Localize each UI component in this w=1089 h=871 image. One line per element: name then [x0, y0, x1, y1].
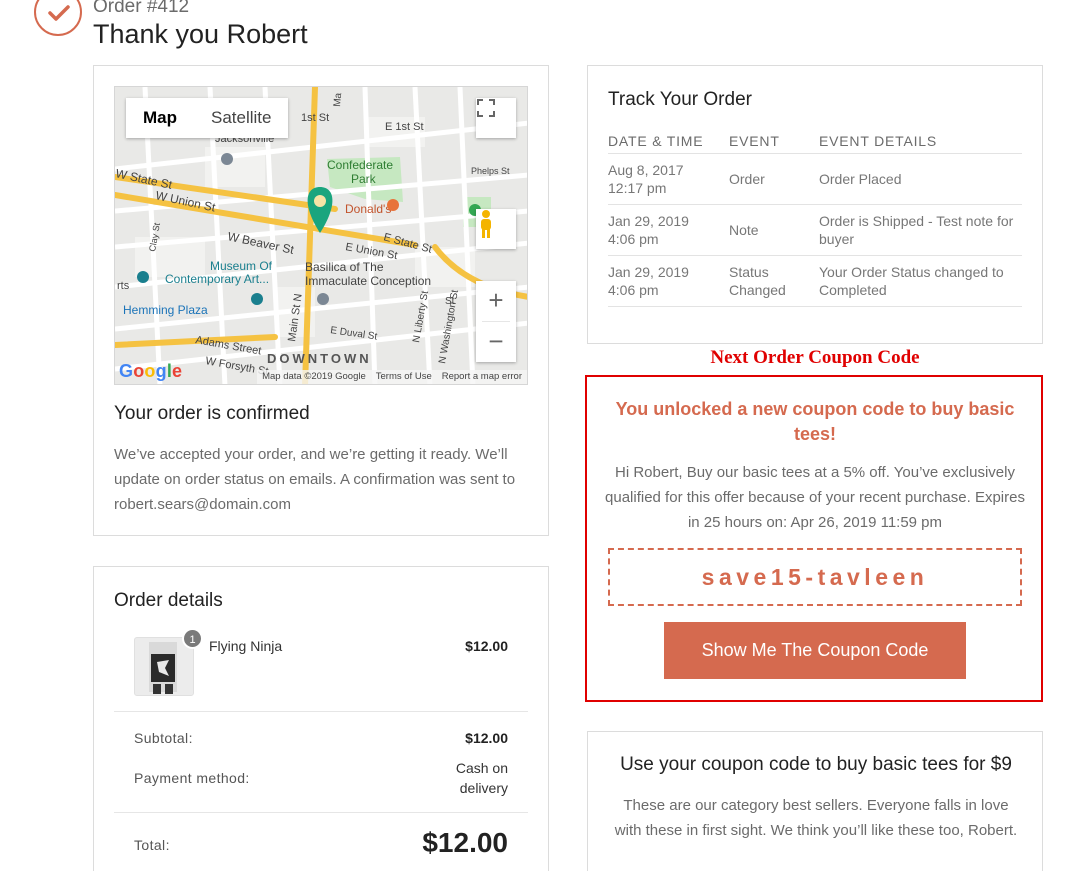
confirmed-text: We’ve accepted your order, and we’re get…	[114, 446, 516, 513]
product-name[interactable]: Flying Ninja	[209, 638, 282, 654]
track-order-card: Track Your Order DATE & TIME EVENT EVENT…	[587, 65, 1043, 344]
subtotal-value: $12.00	[465, 730, 508, 746]
page-title: Thank you Robert	[93, 19, 308, 49]
poi-museum-2-icon	[251, 293, 263, 305]
map-label-museum-2: Contemporary Art...	[165, 272, 269, 286]
row-event-details: Order is Shipped - Test note for buyer	[819, 213, 1014, 247]
fullscreen-icon	[477, 99, 495, 117]
tracking-table: DATE & TIME EVENT EVENT DETAILS Aug 8, 2…	[608, 130, 1022, 307]
coupon-description: Hi Robert, Buy our basic tees at a 5% of…	[605, 464, 1025, 531]
table-row: Aug 8, 2017 12:17 pm Order Order Placed	[608, 154, 1022, 205]
total-label: Total:	[134, 837, 170, 853]
tab-satellite[interactable]: Satellite	[194, 98, 288, 138]
column-date-time: DATE & TIME	[608, 133, 704, 149]
zoom-out-button[interactable]: −	[476, 322, 516, 362]
row-datetime: Jan 29, 2019 4:06 pm	[608, 213, 689, 247]
check-circle-icon	[34, 0, 82, 36]
map-label-basilica-2: Immaculate Conception	[305, 274, 431, 288]
order-details-card: Order details 1 Flying Ninja $12.00 Subt…	[93, 566, 549, 871]
tracking-table-header: DATE & TIME EVENT EVENT DETAILS	[608, 130, 1022, 154]
row-event: Status Changed	[729, 264, 786, 298]
map-label-1st-st: 1st St	[301, 112, 329, 124]
table-row: Jan 29, 2019 4:06 pm Status Changed Your …	[608, 256, 1022, 307]
order-details-title: Order details	[114, 590, 223, 611]
map-label-mcdonalds: Donald's	[345, 202, 391, 216]
row-event-details: Order Placed	[819, 171, 902, 187]
map-label-downtown: DOWNTOWN	[267, 351, 372, 366]
tab-map[interactable]: Map	[126, 98, 194, 138]
map-label-st: St	[445, 296, 455, 307]
row-datetime: Aug 8, 2017 12:17 pm	[608, 162, 684, 196]
product-price: $12.00	[465, 638, 508, 654]
coupon-heading: You unlocked a new coupon code to buy ba…	[615, 399, 1015, 444]
fullscreen-button[interactable]	[476, 98, 516, 138]
checkmark-icon	[48, 5, 70, 21]
map-label-museum-1: Museum Of	[210, 259, 273, 273]
divider	[114, 711, 528, 712]
street-view-button[interactable]	[476, 209, 516, 249]
coupon-code: save15-tavleen	[701, 563, 929, 590]
order-confirmation-card: Jacksonville 1st St E 1st St Phelps St C…	[93, 65, 549, 536]
terms-link[interactable]: Terms of Use	[371, 370, 437, 384]
total-value: $12.00	[422, 827, 508, 858]
pegman-icon	[481, 210, 491, 238]
upsell-title: Use your coupon code to buy basic tees f…	[620, 754, 1012, 775]
show-coupon-button[interactable]: Show Me The Coupon Code	[664, 622, 966, 679]
track-order-title: Track Your Order	[608, 89, 752, 110]
column-event-details: EVENT DETAILS	[819, 133, 938, 149]
map-label-e-1st-st: E 1st St	[385, 121, 424, 133]
payment-method-value: Cash on delivery	[455, 760, 508, 796]
payment-method-label: Payment method:	[134, 770, 250, 786]
coupon-code-box[interactable]: save15-tavleen	[608, 548, 1022, 606]
report-error-link[interactable]: Report a map error	[437, 370, 527, 384]
upsell-card: Use your coupon code to buy basic tees f…	[587, 731, 1043, 871]
map-label-phelps: Phelps St	[471, 166, 510, 176]
row-event-details: Your Order Status changed to Completed	[819, 264, 1004, 298]
map-label-park: Park	[351, 172, 377, 186]
map-data-text: Map data ©2019 Google	[262, 371, 366, 382]
poi-museum-icon	[137, 271, 149, 283]
map-attribution: Map data ©2019 Google Terms of Use Repor…	[257, 370, 527, 384]
upsell-text: These are our category best sellers. Eve…	[614, 797, 1018, 839]
poi-school-icon	[221, 153, 233, 165]
map-label-hemming: Hemming Plaza	[123, 303, 208, 317]
map-type-tabs: Map Satellite	[126, 98, 289, 138]
map-label-rts: rts	[117, 280, 130, 292]
table-row: Jan 29, 2019 4:06 pm Note Order is Shippe…	[608, 205, 1022, 256]
poi-church-icon	[317, 293, 329, 305]
row-datetime: Jan 29, 2019 4:06 pm	[608, 264, 689, 298]
google-logo[interactable]: Google	[119, 361, 182, 382]
map-label-basilica-1: Basilica of The	[305, 260, 384, 274]
coupon-section-label: Next Order Coupon Code	[710, 347, 920, 368]
row-event: Note	[729, 222, 759, 238]
map-label-ma: Ma	[332, 92, 344, 107]
map-view[interactable]: Jacksonville 1st St E 1st St Phelps St C…	[114, 86, 528, 385]
subtotal-label: Subtotal:	[134, 730, 193, 746]
map-label-confederate: Confederate	[327, 158, 393, 172]
divider	[114, 812, 528, 813]
row-event: Order	[729, 171, 765, 187]
order-number: Order #412	[93, 0, 190, 17]
confirmed-title: Your order is confirmed	[114, 403, 310, 424]
poi-restaurant-icon	[387, 199, 399, 211]
column-event: EVENT	[729, 133, 780, 149]
zoom-controls: + −	[476, 281, 516, 362]
quantity-badge: 1	[182, 628, 203, 649]
zoom-in-button[interactable]: +	[476, 281, 516, 321]
